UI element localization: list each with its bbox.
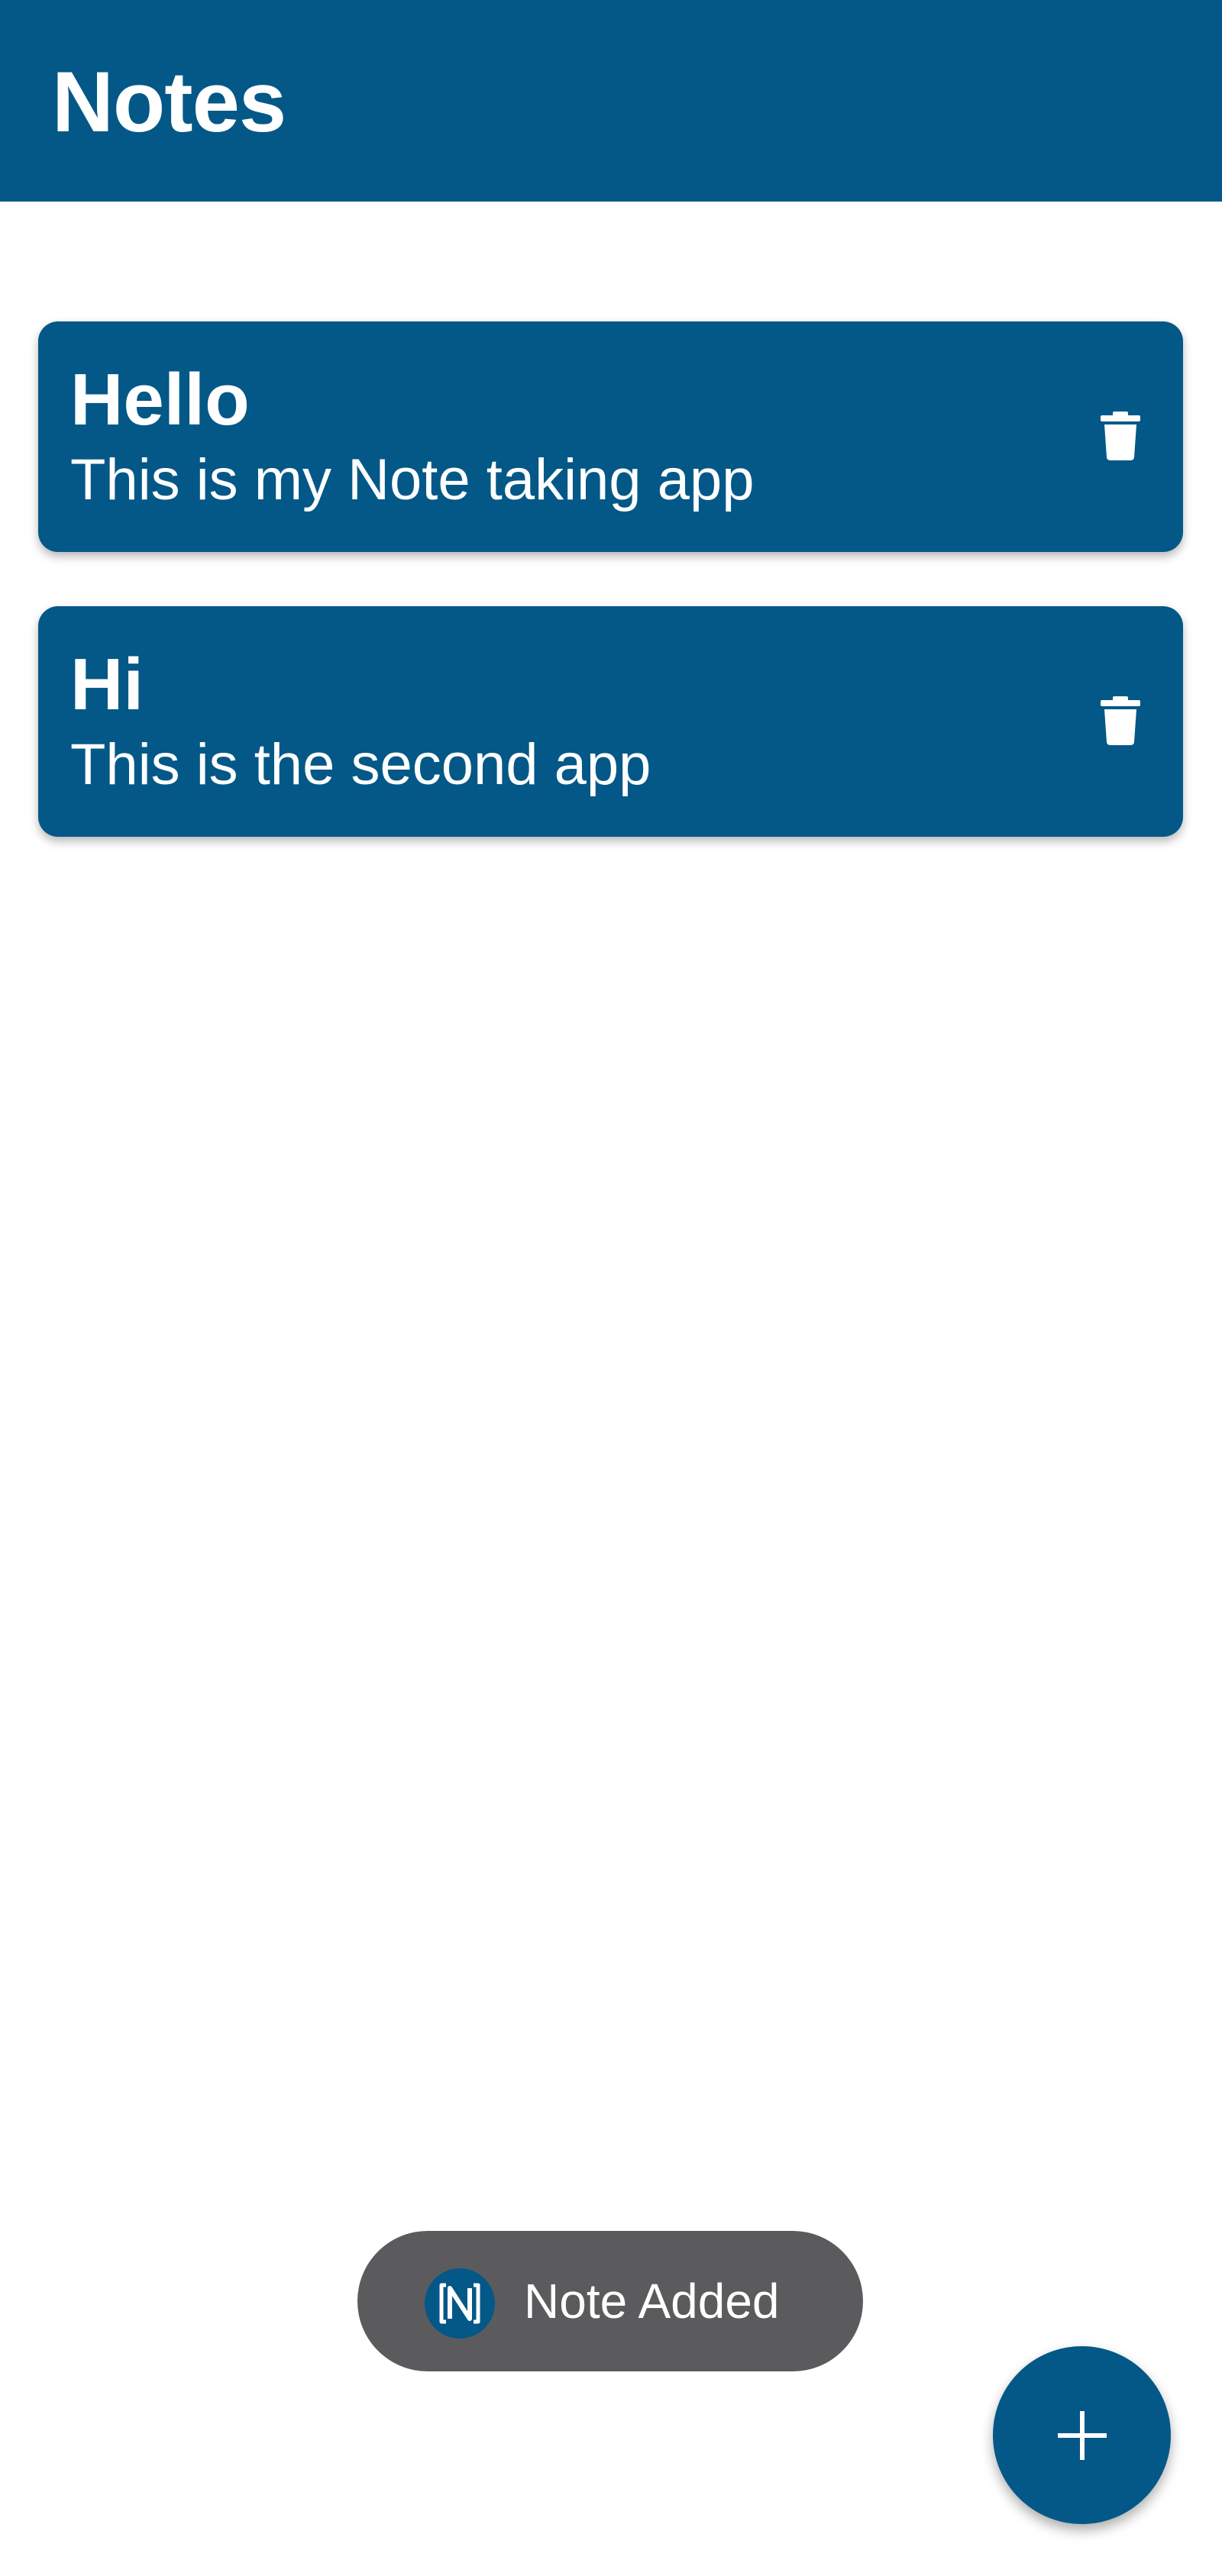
app-bar: Notes (0, 0, 1222, 202)
trash-icon (1101, 412, 1140, 460)
delete-note-button[interactable] (1090, 686, 1151, 755)
note-title: Hi (70, 644, 144, 725)
note-body: This is my Note taking app (70, 447, 755, 512)
add-note-button[interactable] (993, 2346, 1171, 2524)
note-body: This is the second app (70, 732, 651, 797)
note-card[interactable]: Hello This is my Note taking app (38, 321, 1183, 552)
delete-note-button[interactable] (1090, 402, 1151, 470)
toast: Note Added (357, 2231, 863, 2371)
toast-message: Note Added (524, 2274, 780, 2329)
plus-icon (1057, 2410, 1107, 2460)
note-card[interactable]: Hi This is the second app (38, 606, 1183, 837)
notes-app-icon (425, 2268, 495, 2339)
trash-icon (1101, 696, 1140, 745)
note-title: Hello (70, 359, 250, 441)
page-title: Notes (52, 54, 286, 150)
